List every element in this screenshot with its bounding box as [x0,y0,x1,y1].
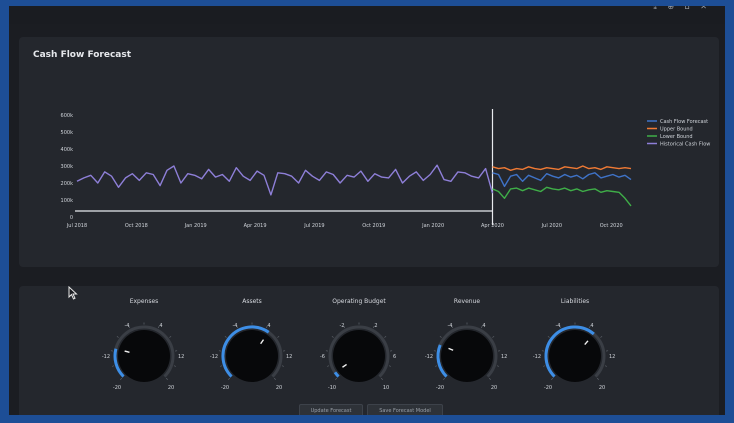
save-forecast-model-button[interactable]: Save Forecast Model [367,404,443,415]
y-tick-label: 600k [61,113,74,119]
top-toolbar: ⤓ ⊕ ⌂ ✕ [9,6,725,24]
knob-tick-label: -12 [102,354,110,360]
x-tick-label: Jan 2020 [421,223,444,229]
knob-tick-label: -20 [436,385,444,391]
knob-tick-label: -20 [221,385,229,391]
knob-operating-budget[interactable]: Operating Budget -2 2 -6 6 -10 10 [304,286,414,396]
knob-tick-label: 12 [609,354,615,360]
y-tick-label: 0 [70,215,73,221]
legend-item[interactable]: Upper Bound [660,126,693,132]
knob-level-arc [333,371,340,378]
x-tick-label: Jul 2019 [303,223,324,229]
update-forecast-button[interactable]: Update Forecast [299,404,363,415]
x-tick-label: Oct 2019 [362,223,385,229]
knob-tick-label: 20 [491,385,497,391]
knob-revenue[interactable]: Revenue -4 4 -12 12 -20 20 [412,286,522,396]
x-tick-label: Jan 2019 [184,223,207,229]
x-tick-label: Jul 2020 [541,223,562,229]
knob-tick-label: 12 [286,354,292,360]
x-tick-label: Oct 2018 [125,223,148,229]
series-line-upper-bound[interactable] [492,165,632,172]
knob-tick-label: -12 [533,354,541,360]
knob-dial[interactable] [549,330,601,382]
y-tick-label: 300k [61,164,74,170]
chart-toolbar-icons[interactable]: ⤓ ⊕ ⌂ ✕ [653,6,711,12]
legend-item[interactable]: Cash Flow Forecast [660,119,708,125]
knob-tick-label: 2 [374,323,377,329]
y-tick-label: 200k [61,181,74,187]
series-line-historical-cash-flow[interactable] [76,164,494,196]
knob-tick-label: 6 [393,354,396,360]
cash-flow-chart[interactable]: 0 100k 200k 300k 400k 500k 600k Jul 2018 Oct 201… [19,37,719,267]
knob-tick-label: -10 [328,385,336,391]
knob-tick-label: -2 [340,323,345,329]
chart-panel: 0 100k 200k 300k 400k 500k 600k Jul 2018 Oct 201… [19,37,719,267]
legend-item[interactable]: Historical Cash Flow [660,141,710,147]
knob-tick-label: -4 [233,323,238,329]
knob-tick-label: 4 [482,323,485,329]
knob-liabilities[interactable]: Liabilities -4 4 -12 12 -20 20 [520,286,630,396]
knob-tick-label: -4 [125,323,130,329]
legend-item[interactable]: Lower Bound [660,134,693,140]
knob-dial[interactable] [333,330,385,382]
knob-tick-label: -4 [448,323,453,329]
knob-tick-label: -12 [210,354,218,360]
knob-assets[interactable]: Assets -4 4 -12 12 -20 20 [197,286,307,396]
x-tick-label: Apr 2019 [244,223,267,229]
knob-tick-label: -20 [544,385,552,391]
knob-tick-label: -6 [320,354,325,360]
knob-tick-label: -20 [113,385,121,391]
y-tick-label: 100k [61,198,74,204]
y-tick-label: 400k [61,147,74,153]
series-line-lower-bound[interactable] [492,186,632,207]
series-line-cash-flow-forecast[interactable] [492,172,632,188]
chart-title: Cash Flow Forecast [33,50,132,60]
app-window: ⤓ ⊕ ⌂ ✕ 0 100k 200k 300k 400k 500k 600k Jul 201… [9,6,725,415]
knob-tick-label: 4 [590,323,593,329]
knob-tick-label: 12 [501,354,507,360]
knob-tick-label: 12 [178,354,184,360]
x-tick-label: Oct 2020 [600,223,623,229]
knob-tick-label: 20 [168,385,174,391]
knob-tick-label: 4 [159,323,162,329]
x-tick-label: Jul 2018 [66,223,87,229]
knob-tick-label: 10 [383,385,389,391]
knob-tick-label: 4 [267,323,270,329]
knob-panel: Expenses -4 4 -12 12 -20 20 Assets -4 4 -12 12 -20 20… [19,286,719,415]
knob-dial[interactable] [226,330,278,382]
knob-expenses[interactable]: Expenses -4 4 -12 12 -20 20 [89,286,199,396]
knob-tick-label: -12 [425,354,433,360]
knob-tick-label: -4 [556,323,561,329]
knob-dial[interactable] [118,330,170,382]
knob-dial[interactable] [441,330,493,382]
knob-tick-label: 20 [599,385,605,391]
knob-tick-label: 20 [276,385,282,391]
y-tick-label: 500k [61,130,74,136]
